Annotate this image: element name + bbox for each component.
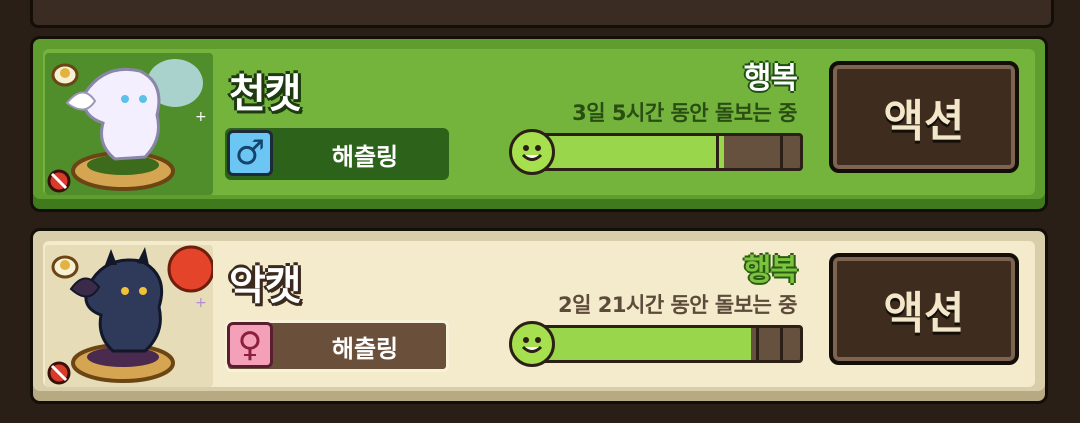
pet-portrait[interactable]: +: [45, 53, 213, 195]
bar-divider: [756, 328, 759, 360]
bar-divider: [780, 136, 783, 168]
happiness-track: [527, 133, 803, 171]
care-duration: 2일 21시간 동안 돌보는 중: [558, 293, 797, 317]
svg-text:+: +: [195, 109, 207, 125]
devil-cat-sprite-icon: +: [45, 245, 213, 387]
action-button[interactable]: 액션: [829, 61, 1019, 173]
pet-portrait[interactable]: +: [45, 245, 213, 387]
action-button[interactable]: 액션: [829, 253, 1019, 365]
smiley-face-icon: [509, 321, 555, 367]
pet-name: 천캣: [229, 71, 302, 117]
happiness-bar: [509, 129, 807, 175]
bar-divider: [780, 328, 783, 360]
pet-name: 악캣: [229, 263, 302, 309]
previous-card-edge: [30, 0, 1054, 28]
care-duration: 3일 5시간 동안 돌보는 중: [572, 101, 797, 125]
breed-tag: ♀ 해츨링: [225, 320, 449, 372]
angel-cat-sprite-icon: +: [45, 53, 213, 195]
pet-card-1[interactable]: + 천캣 ♂ 해츨링 행복 3일 5시간 동안 돌보는 중 액션: [30, 36, 1048, 212]
svg-text:+: +: [195, 295, 207, 311]
happiness-fill: [530, 136, 725, 168]
breed-tag: ♂ 해츨링: [225, 128, 449, 180]
breed-label: 해츨링: [331, 142, 399, 171]
smiley-face-icon: [509, 129, 555, 175]
breed-label: 해츨링: [331, 334, 399, 363]
happiness-bar: [509, 321, 807, 367]
mood-status: 행복: [743, 253, 798, 288]
happiness-track: [527, 325, 803, 363]
mood-status: 행복: [743, 61, 798, 96]
happiness-fill: [530, 328, 752, 360]
bar-divider: [716, 136, 719, 168]
male-symbol-icon: ♂: [227, 130, 273, 176]
female-symbol-icon: ♀: [227, 322, 273, 368]
pet-card-2[interactable]: + 악캣 ♀ 해츨링 행복 2일 21시간 동안 돌보는 중 액션: [30, 228, 1048, 404]
